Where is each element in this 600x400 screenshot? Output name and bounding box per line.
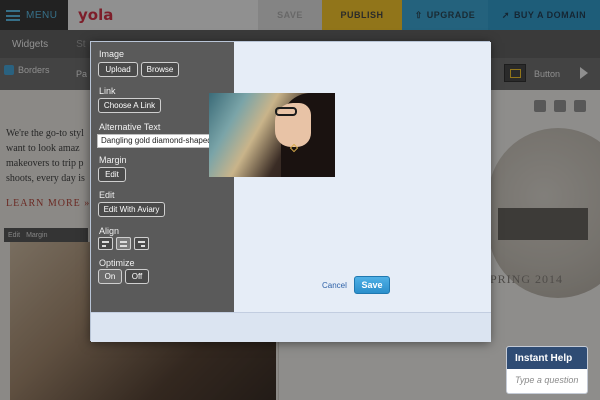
optimize-on-button[interactable]: On (98, 269, 122, 284)
align-left-icon[interactable] (98, 237, 113, 250)
alt-text-heading: Alternative Text (99, 122, 161, 132)
optimize-heading: Optimize (99, 258, 135, 268)
preview-image (209, 93, 335, 177)
alt-text-field[interactable]: Dangling gold diamond-shaped e (97, 134, 227, 148)
help-question-input[interactable]: Type a question (507, 369, 587, 391)
cancel-link[interactable]: Cancel (322, 281, 347, 290)
edit-with-aviary-button[interactable]: Edit With Aviary (98, 202, 165, 217)
settings-panel: Image Upload Browse Link Choose A Link A… (91, 42, 234, 312)
dialog-footer (91, 312, 491, 342)
edit-heading: Edit (99, 190, 115, 200)
instant-help-widget: Instant Help Type a question (506, 346, 588, 394)
choose-link-button[interactable]: Choose A Link (98, 98, 161, 113)
margin-heading: Margin (99, 155, 127, 165)
browse-button[interactable]: Browse (141, 62, 179, 77)
dialog-save-button[interactable]: Save (354, 276, 390, 294)
optimize-off-button[interactable]: Off (125, 269, 149, 284)
align-heading: Align (99, 226, 120, 236)
align-right-icon[interactable] (134, 237, 149, 250)
link-heading: Link (99, 86, 116, 96)
instant-help-title: Instant Help (507, 347, 587, 369)
upload-button[interactable]: Upload (98, 62, 138, 77)
image-preview-area (234, 42, 491, 312)
align-center-icon[interactable] (116, 237, 131, 250)
margin-edit-button[interactable]: Edit (98, 167, 126, 182)
glasses-shape (275, 107, 297, 116)
image-heading: Image (99, 49, 125, 59)
image-settings-dialog: Image Upload Browse Link Choose A Link A… (90, 41, 491, 342)
